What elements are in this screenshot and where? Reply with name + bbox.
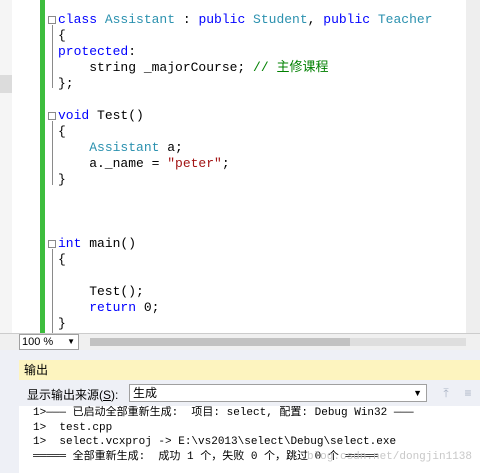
code-token: ,: [307, 12, 324, 27]
code-line: Assistant a;: [58, 140, 432, 156]
code-token: Test();: [58, 284, 144, 299]
code-token: }: [58, 172, 66, 187]
code-token: public: [323, 12, 378, 27]
code-line: {: [58, 252, 432, 268]
code-token: public: [198, 12, 254, 27]
code-line: }: [58, 172, 432, 188]
margin-marker: [0, 75, 12, 93]
code-token: "peter": [167, 156, 222, 171]
code-token: protected: [58, 44, 129, 59]
change-tracking-bar: [40, 0, 45, 333]
editor-status-strip: 100 % ▼: [0, 333, 480, 351]
code-token: class: [58, 12, 105, 27]
code-line: void Test(): [58, 108, 432, 124]
code-token: :: [128, 44, 137, 59]
code-token: return: [89, 300, 144, 315]
output-line: 1>——— 已启动全部重新生成: 项目: select, 配置: Debug W…: [33, 407, 414, 419]
code-token: :: [175, 12, 199, 27]
find-message-icon[interactable]: ⤒: [437, 384, 455, 402]
output-source-value: 生成: [133, 386, 158, 400]
chevron-down-icon: ▼: [413, 388, 422, 398]
code-token: a._name =: [58, 156, 168, 171]
code-line: }: [58, 316, 432, 332]
code-token: Student: [253, 12, 308, 27]
output-line: 1> test.cpp: [33, 421, 113, 434]
zoom-level-value: 100 %: [22, 336, 54, 348]
code-line: {: [58, 28, 432, 44]
output-source-select[interactable]: 生成 ▼: [129, 384, 427, 402]
output-text-area[interactable]: 1>——— 已启动全部重新生成: 项目: select, 配置: Debug W…: [19, 406, 480, 473]
code-token: {: [58, 28, 66, 43]
code-lines: class Assistant : public Student, public…: [58, 12, 432, 332]
code-token: ;: [221, 156, 230, 171]
output-toolbar: 显示输出来源(S): 生成 ▼ ⤒ ≡: [19, 380, 480, 406]
panel-splitter[interactable]: [0, 350, 480, 360]
code-line: a._name = "peter";: [58, 156, 432, 172]
output-title: 输出: [24, 363, 49, 377]
zoom-level-select[interactable]: 100 % ▼: [19, 334, 79, 350]
code-token: main(): [89, 236, 137, 251]
watermark-text: blog.csdn.net/dongjin1138: [306, 451, 472, 463]
code-editor[interactable]: class Assistant : public Student, public…: [0, 0, 480, 333]
code-token: // 主修课程: [253, 60, 329, 75]
code-line: string _majorCourse; // 主修课程: [58, 60, 432, 76]
code-token: Test(): [97, 108, 144, 123]
fold-line: [52, 249, 53, 333]
fold-line: [52, 25, 53, 88]
code-line: Test();: [58, 284, 432, 300]
code-line: class Assistant : public Student, public…: [58, 12, 432, 28]
code-token: string _majorCourse;: [58, 60, 254, 75]
output-side-strip: [0, 350, 19, 473]
code-token: };: [58, 76, 74, 91]
output-source-label: 显示输出来源(S):: [27, 386, 118, 403]
code-line: {: [58, 124, 432, 140]
editor-left-margin: [0, 0, 12, 333]
source-label-text: 显示输出来源(: [27, 388, 103, 402]
source-label-accesskey: S: [103, 388, 112, 402]
chevron-down-icon: ▼: [67, 337, 75, 346]
clear-all-icon[interactable]: ≡: [459, 384, 477, 402]
code-token: a;: [159, 140, 183, 155]
code-token: }: [58, 316, 66, 331]
scrollbar-thumb[interactable]: [90, 338, 350, 346]
source-label-suffix: ):: [111, 388, 119, 402]
code-token: Assistant: [89, 140, 160, 155]
code-line: };: [58, 76, 432, 92]
code-token: 0;: [143, 300, 160, 315]
code-token: {: [58, 252, 66, 267]
code-token: void: [58, 108, 98, 123]
fold-toggle-class[interactable]: [48, 16, 56, 24]
output-panel-title: 输出: [19, 360, 480, 380]
fold-toggle-test[interactable]: [48, 112, 56, 120]
code-line: protected:: [58, 44, 432, 60]
code-token: Assistant: [104, 12, 176, 27]
fold-toggle-main[interactable]: [48, 240, 56, 248]
vertical-scrollbar[interactable]: [466, 0, 480, 333]
code-line: int main(): [58, 236, 432, 252]
code-token: int: [58, 236, 90, 251]
output-line: 1> select.vcxproj -> E:\vs2013\select\De…: [33, 436, 397, 448]
horizontal-scrollbar[interactable]: [90, 338, 466, 346]
fold-line: [52, 121, 53, 185]
code-token: Teacher: [377, 12, 433, 27]
code-token: {: [58, 124, 66, 139]
code-line: return 0;: [58, 300, 432, 316]
